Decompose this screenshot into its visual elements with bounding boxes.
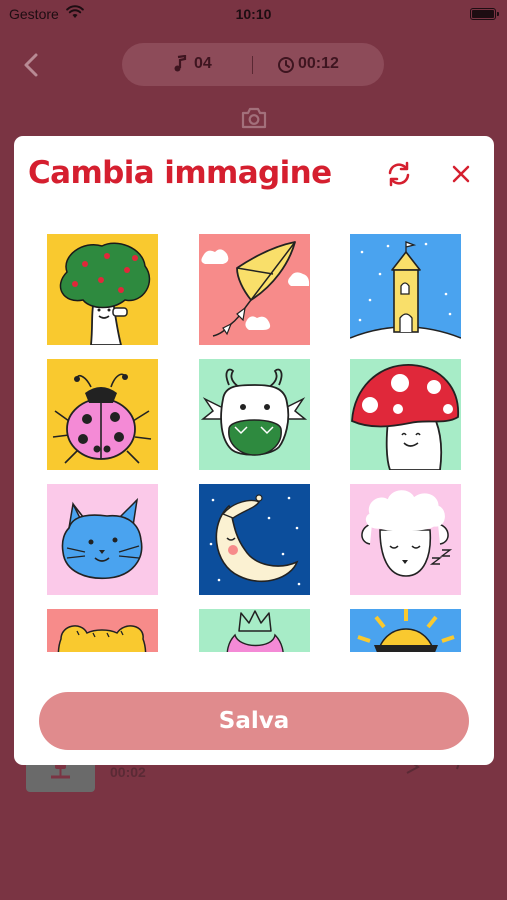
status-time: 10:10 <box>235 6 272 22</box>
image-tile-sun[interactable] <box>350 609 461 652</box>
princess-image <box>199 609 310 652</box>
image-tile-dragon[interactable] <box>199 359 310 470</box>
image-tile-moon[interactable] <box>199 484 310 595</box>
image-tile-cat[interactable] <box>47 484 158 595</box>
sun-image <box>350 609 461 652</box>
ladybug-image <box>47 359 158 470</box>
music-note-icon <box>174 55 187 72</box>
back-button[interactable] <box>18 50 46 80</box>
image-tile-princess[interactable] <box>199 609 310 652</box>
duration: 00:12 <box>298 55 339 72</box>
camera-icon[interactable] <box>240 106 268 130</box>
track-count: 04 <box>194 55 212 72</box>
moon-image <box>199 484 310 595</box>
image-tile-castle[interactable] <box>350 234 461 345</box>
dialog-title: Cambia immagine <box>28 155 332 191</box>
bear-image <box>47 609 158 652</box>
cat-image <box>47 484 158 595</box>
image-tile-kite[interactable] <box>199 234 310 345</box>
recording-info-pill: 04 00:12 <box>122 43 384 86</box>
image-tile-ladybug[interactable] <box>47 359 158 470</box>
dragon-image <box>199 359 310 470</box>
pill-divider <box>252 56 253 74</box>
image-tile-mushroom[interactable] <box>350 359 461 470</box>
recording-time: 00:02 <box>110 764 146 780</box>
refresh-icon[interactable] <box>385 160 413 188</box>
kite-image <box>199 234 310 345</box>
image-tile-bear[interactable] <box>47 609 158 652</box>
castle-image <box>350 234 461 345</box>
mushroom-image <box>350 359 461 470</box>
clock-icon <box>278 57 294 73</box>
sheep-image <box>350 484 461 595</box>
battery-icon <box>470 8 499 20</box>
image-grid <box>14 231 494 652</box>
save-button[interactable]: Salva <box>39 692 469 750</box>
status-bar: Gestore 10:10 <box>0 0 507 28</box>
change-image-dialog: Cambia immagine Salva <box>14 136 494 765</box>
image-tile-sheep[interactable] <box>350 484 461 595</box>
tree-image <box>47 234 158 345</box>
close-icon[interactable] <box>447 160 475 188</box>
image-tile-tree[interactable] <box>47 234 158 345</box>
